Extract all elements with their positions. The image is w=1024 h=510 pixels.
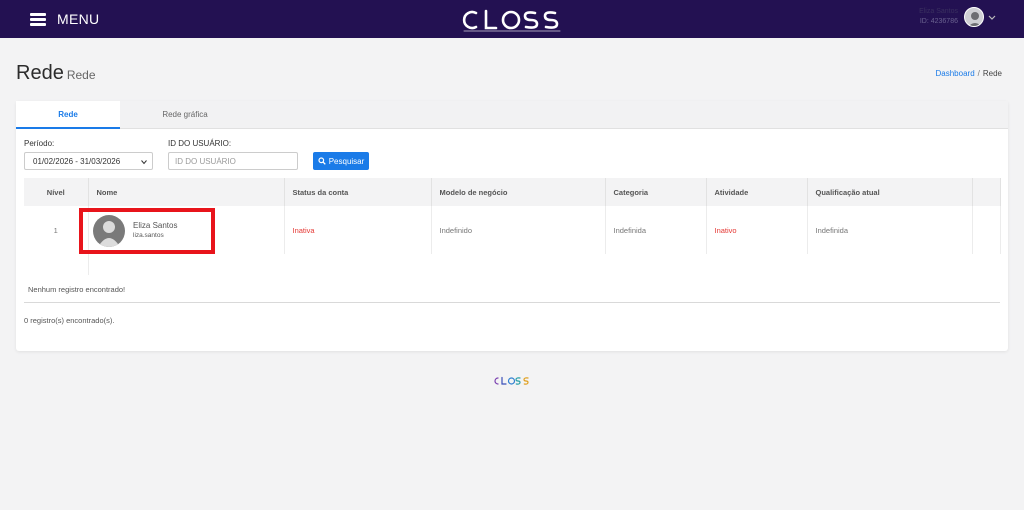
top-navbar: MENU Eliza Santos ID: 4236786 — [0, 0, 1024, 38]
col-header-qualificacao[interactable]: Qualificação atual — [807, 178, 973, 206]
col-header-atividade[interactable]: Atividade — [706, 178, 808, 206]
col-header-categoria[interactable]: Categoria — [605, 178, 707, 206]
period-label: Período: — [24, 139, 55, 148]
search-button[interactable]: Pesquisar — [313, 152, 369, 170]
page-title-text: Rede — [16, 62, 64, 84]
page-subtitle: Rede — [66, 68, 96, 82]
table-header-row: Nível Nome Status da conta Modelo de neg… — [24, 178, 1001, 206]
user-avatar-icon[interactable] — [964, 7, 984, 27]
footer-closs-logo — [494, 376, 529, 385]
col-header-modelo[interactable]: Modelo de negócio — [431, 178, 606, 206]
empty-message: Nenhum registro encontrado! — [28, 285, 126, 294]
breadcrumb-current: Rede — [982, 69, 1002, 78]
breadcrumb: Dashboard / Rede — [936, 69, 1003, 78]
cell-empty — [972, 206, 1001, 254]
network-card: Rede Rede gráfica Período: 01/02/2026 - … — [16, 101, 1008, 351]
period-select[interactable]: 01/02/2026 - 31/03/2026 — [24, 152, 153, 170]
user-id-label: ID DO USUÁRIO: — [168, 139, 232, 148]
tab-bar: Rede Rede gráfica — [16, 101, 1008, 129]
table-spacer-row — [24, 254, 1000, 275]
chevron-down-icon — [141, 160, 147, 165]
menu-label: MENU — [57, 11, 100, 27]
breadcrumb-dashboard-link[interactable]: Dashboard — [936, 69, 975, 78]
cell-categoria: Indefinida — [605, 206, 707, 254]
chevron-down-icon[interactable] — [988, 13, 996, 21]
col-header-nome[interactable]: Nome — [88, 178, 285, 206]
breadcrumb-separator: / — [977, 69, 980, 78]
period-value: 01/02/2026 - 31/03/2026 — [33, 157, 121, 166]
search-icon — [318, 157, 326, 165]
tab-rede[interactable]: Rede — [16, 101, 120, 129]
user-id: ID: 4236786 — [919, 18, 958, 25]
cell-status: Inativa — [284, 206, 432, 254]
col-header-status[interactable]: Status da conta — [284, 178, 432, 206]
divider — [24, 302, 1000, 303]
col-header-nivel[interactable]: Nível — [24, 178, 89, 206]
closs-logo — [462, 9, 561, 32]
search-button-label: Pesquisar — [328, 156, 365, 166]
cell-atividade: Inativo — [706, 206, 808, 254]
page-title: Rede Rede — [16, 62, 96, 85]
highlight-box — [79, 208, 215, 254]
cell-modelo: Indefinido — [431, 206, 606, 254]
menu-button[interactable]: MENU — [30, 11, 99, 27]
record-count: 0 registro(s) encontrado(s). — [24, 316, 115, 325]
cell-qualificacao: Indefinida — [807, 206, 973, 254]
tab-rede-grafica[interactable]: Rede gráfica — [120, 101, 250, 129]
user-menu[interactable]: Eliza Santos ID: 4236786 — [919, 7, 996, 27]
col-header-empty — [972, 178, 1001, 206]
user-name: Eliza Santos — [919, 8, 958, 15]
user-id-input[interactable] — [168, 152, 298, 170]
hamburger-icon — [30, 12, 46, 26]
